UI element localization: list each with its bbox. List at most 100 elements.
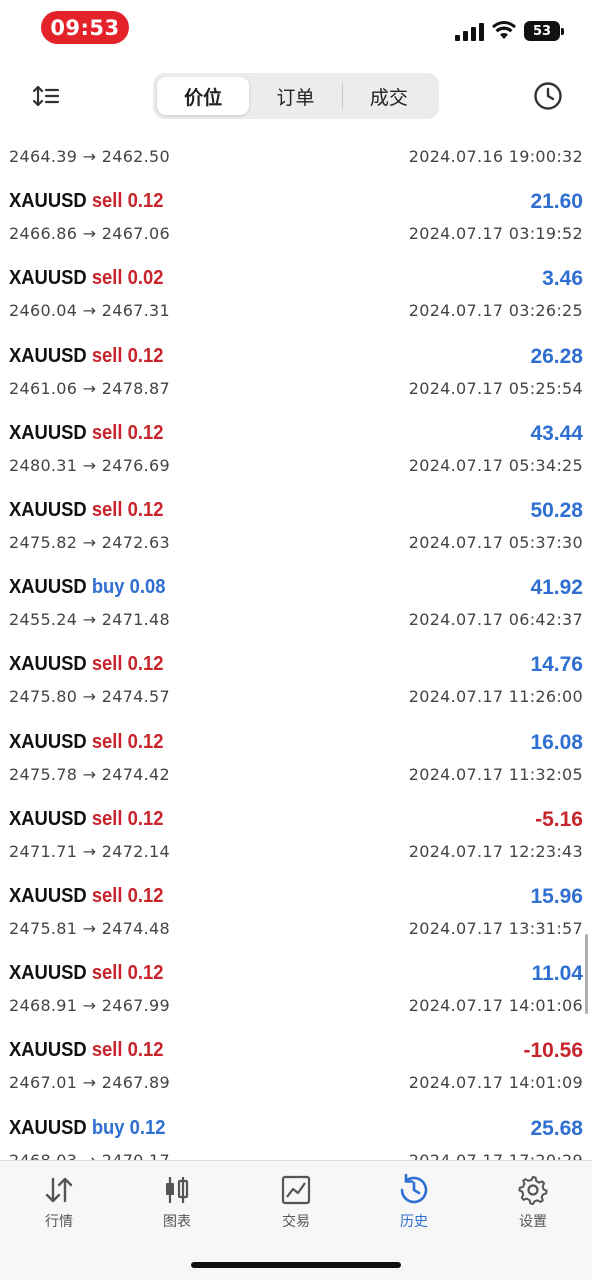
- symbol-name: XAUUSD: [9, 653, 87, 676]
- tab-trade[interactable]: 交易: [237, 1173, 355, 1233]
- tab-history[interactable]: 历史: [355, 1173, 473, 1233]
- deal-row[interactable]: XAUUSD sell 0.12 2475.82 → 2472.63 50.28 20…: [0, 491, 592, 568]
- deal-row[interactable]: XAUUSD sell 0.12 2480.31 → 2476.69 43.44 20…: [0, 414, 592, 491]
- deal-symbol: XAUUSD sell 0.12: [9, 962, 163, 985]
- deal-row[interactable]: XAUUSD buy 0.12 2468.03 → 2470.17 25.68 202…: [0, 1109, 592, 1160]
- deal-profit: -5.16: [535, 807, 583, 831]
- deal-symbol: XAUUSD sell 0.12: [9, 653, 163, 676]
- deal-side: buy: [91, 576, 125, 599]
- deal-time: 2024.07.17 11:26:00: [408, 687, 583, 707]
- tab-label: 行情: [45, 1214, 73, 1230]
- deal-symbol: XAUUSD sell 0.02: [9, 267, 163, 290]
- scroll-indicator[interactable]: [585, 934, 588, 1014]
- deal-symbol: XAUUSD sell 0.12: [9, 1039, 163, 1062]
- tab-orders[interactable]: 订单: [249, 77, 341, 115]
- deal-volume: 0.12: [127, 730, 164, 753]
- deal-prices: 2475.78 → 2474.42: [9, 764, 171, 784]
- deal-symbol: XAUUSD sell 0.12: [9, 885, 163, 908]
- deal-side: sell: [91, 885, 123, 907]
- deal-row[interactable]: XAUUSD sell 0.02 2460.04 → 2467.31 3.46 202…: [0, 259, 592, 336]
- tab-label: 设置: [519, 1214, 547, 1230]
- deal-volume: 0.12: [127, 653, 164, 676]
- deal-side: sell: [91, 653, 123, 676]
- deal-row[interactable]: XAUUSD sell 0.12 2475.78 → 2474.42 16.08 20…: [0, 723, 592, 800]
- deal-time: 2024.07.17 13:31:57: [408, 919, 583, 938]
- deal-side: sell: [91, 344, 123, 367]
- deal-profit: 11.04: [531, 962, 583, 986]
- wifi-icon: [492, 21, 516, 41]
- deal-row[interactable]: XAUUSD sell 0.12 2461.06 → 2478.87 26.28 20…: [0, 337, 592, 414]
- deal-row[interactable]: XAUUSD sell 0.12 2468.91 → 2467.99 11.04 20…: [0, 954, 592, 1031]
- deal-row[interactable]: XAUUSD buy 0.08 2455.24 → 2471.48 41.92 202…: [0, 568, 592, 645]
- deal-row[interactable]: XAUUSD sell 0.12 2466.86 → 2467.06 21.60 20…: [0, 182, 592, 259]
- symbol-name: XAUUSD: [9, 344, 87, 367]
- candlestick-chart-icon: [160, 1173, 194, 1207]
- tab-quotes[interactable]: 行情: [0, 1173, 118, 1233]
- deal-profit: 3.46: [542, 267, 583, 291]
- tab-deals[interactable]: 成交: [343, 77, 435, 115]
- symbol-name: XAUUSD: [9, 576, 87, 599]
- deal-side: sell: [91, 267, 123, 290]
- cellular-signal-icon: [455, 23, 485, 41]
- deal-time: 2024.07.17 03:19:52: [408, 224, 583, 244]
- deal-volume: 0.02: [127, 267, 164, 290]
- deal-volume: 0.12: [127, 421, 164, 444]
- deal-symbol: XAUUSD sell 0.12: [9, 422, 163, 445]
- deal-prices: 2461.06 → 2478.87: [9, 378, 171, 398]
- period-button[interactable]: [528, 76, 568, 116]
- deal-prices: 2466.86 → 2467.06: [9, 224, 171, 244]
- deal-volume: 0.12: [127, 885, 164, 907]
- deal-row[interactable]: XAUUSD sell 0.12 2467.01 → 2467.89 -10.56 2…: [0, 1031, 592, 1108]
- symbol-name: XAUUSD: [9, 421, 87, 444]
- symbol-name: XAUUSD: [9, 1116, 87, 1139]
- deal-volume: 0.12: [129, 1116, 166, 1139]
- deal-profit: 21.60: [530, 190, 583, 214]
- deal-volume: 0.12: [127, 499, 164, 521]
- deal-profit: 50.28: [530, 499, 583, 522]
- deal-volume: 0.12: [127, 344, 164, 367]
- tab-settings[interactable]: 设置: [474, 1173, 592, 1233]
- deal-side: sell: [91, 807, 123, 830]
- deal-time: 2024.07.16 19:00:32: [408, 147, 583, 166]
- trade-line-chart-icon: [279, 1173, 313, 1207]
- deal-side: buy: [91, 1116, 125, 1139]
- deal-profit: 14.76: [530, 653, 583, 677]
- status-bar: 09:53 53: [0, 0, 592, 60]
- deal-side: sell: [91, 962, 123, 985]
- deal-row[interactable]: XAUUSD sell 0.12 2475.80 → 2474.57 14.76 20…: [0, 645, 592, 722]
- deal-symbol: XAUUSD sell 0.12: [9, 731, 163, 754]
- deal-row[interactable]: 2464.39 → 2462.50 2024.07.16 19:00:32: [0, 124, 592, 182]
- deal-side: sell: [91, 190, 123, 213]
- sort-icon: [32, 85, 60, 107]
- deal-time: 2024.07.17 03:26:25: [408, 301, 583, 321]
- home-indicator: [191, 1262, 401, 1268]
- deal-prices: 2460.04 → 2467.31: [9, 301, 171, 321]
- tab-price[interactable]: 价位: [157, 77, 250, 115]
- tab-label: 交易: [282, 1214, 310, 1230]
- clock-icon: [534, 82, 562, 110]
- deals-list[interactable]: 2464.39 → 2462.50 2024.07.16 19:00:32 XAUU…: [0, 124, 592, 1160]
- symbol-name: XAUUSD: [9, 190, 87, 213]
- deal-time: 2024.07.17 11:32:05: [408, 764, 583, 784]
- deal-time: 2024.07.17 14:01:09: [408, 1073, 583, 1093]
- deal-time: 2024.07.17 05:25:54: [408, 378, 583, 398]
- deal-profit: 15.96: [530, 885, 583, 908]
- deal-prices: 2468.03 → 2470.17: [9, 1151, 170, 1160]
- battery-icon: 53: [524, 21, 564, 41]
- deal-side: sell: [91, 1039, 123, 1062]
- deal-time: 2024.07.17 05:34:25: [408, 455, 583, 475]
- deal-profit: 25.68: [530, 1116, 583, 1140]
- settings-gear-icon: [516, 1173, 550, 1207]
- deal-volume: 0.12: [127, 962, 164, 985]
- symbol-name: XAUUSD: [9, 962, 87, 985]
- sort-button[interactable]: [26, 76, 66, 116]
- deal-prices: 2468.91 → 2467.99: [9, 996, 171, 1016]
- deal-row[interactable]: XAUUSD sell 0.12 2475.81 → 2474.48 15.96 20…: [0, 877, 592, 954]
- deal-row[interactable]: XAUUSD sell 0.12 2471.71 → 2472.14 -5.16 20…: [0, 800, 592, 877]
- tab-charts[interactable]: 图表: [118, 1173, 236, 1233]
- deal-symbol: XAUUSD sell 0.12: [9, 190, 163, 213]
- deal-prices: 2455.24 → 2471.48: [9, 610, 171, 630]
- symbol-name: XAUUSD: [9, 267, 87, 290]
- deal-time: 2024.07.17 05:37:30: [408, 533, 583, 552]
- deal-volume: 0.12: [127, 807, 164, 830]
